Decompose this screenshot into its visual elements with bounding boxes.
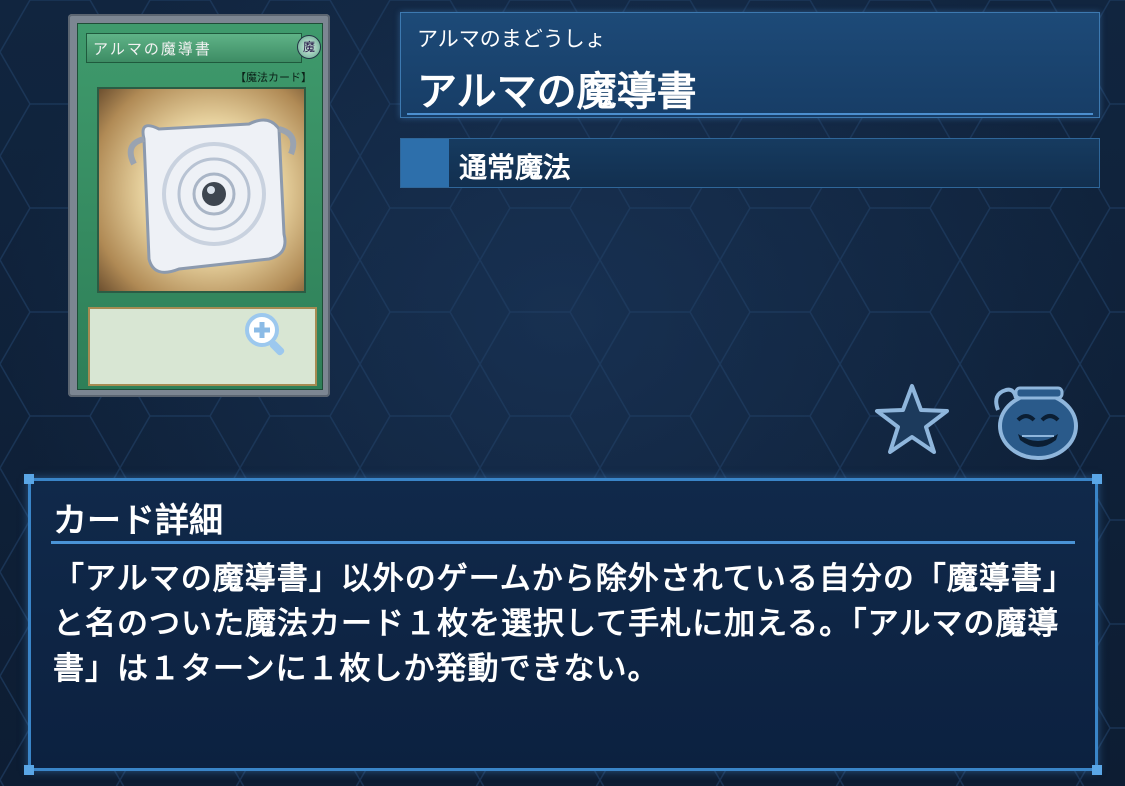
pot-of-greed-icon[interactable]	[990, 380, 1082, 460]
card-name-panel: アルマのまどうしょ アルマの魔導書	[400, 12, 1100, 118]
grimoire-book-art	[97, 87, 306, 293]
card-type-tag: 【魔法カード】	[235, 71, 312, 84]
title-underline	[407, 113, 1093, 115]
spell-attribute-icon: 魔	[297, 35, 321, 59]
type-color-square	[401, 139, 449, 187]
card-detail-panel: カード詳細 「アルマの魔導書」以外のゲームから除外されている自分の「魔導書」と名…	[24, 474, 1102, 775]
card-type-label: 通常魔法	[459, 151, 572, 184]
detail-separator	[51, 541, 1075, 544]
card-title: アルマの魔導書	[417, 69, 697, 115]
panel-corner	[1092, 474, 1102, 484]
card-name-text: アルマの魔導書	[93, 40, 212, 58]
card-name-bar: アルマの魔導書 魔	[86, 33, 321, 63]
panel-corner	[24, 474, 34, 484]
card-name-reading: アルマのまどうしょ	[417, 27, 606, 51]
panel-corner	[24, 765, 34, 775]
detail-heading: カード詳細	[53, 501, 223, 541]
card-effect-text: 「アルマの魔導書」以外のゲームから除外されている自分の「魔導書」と名のついた魔法…	[53, 561, 1075, 687]
card-image[interactable]: アルマの魔導書 魔 【魔法カード】	[68, 14, 330, 397]
star-icon[interactable]	[873, 382, 951, 454]
card-type-panel: 通常魔法	[400, 138, 1100, 188]
zoom-in-icon[interactable]	[242, 310, 290, 358]
panel-corner	[1092, 765, 1102, 775]
